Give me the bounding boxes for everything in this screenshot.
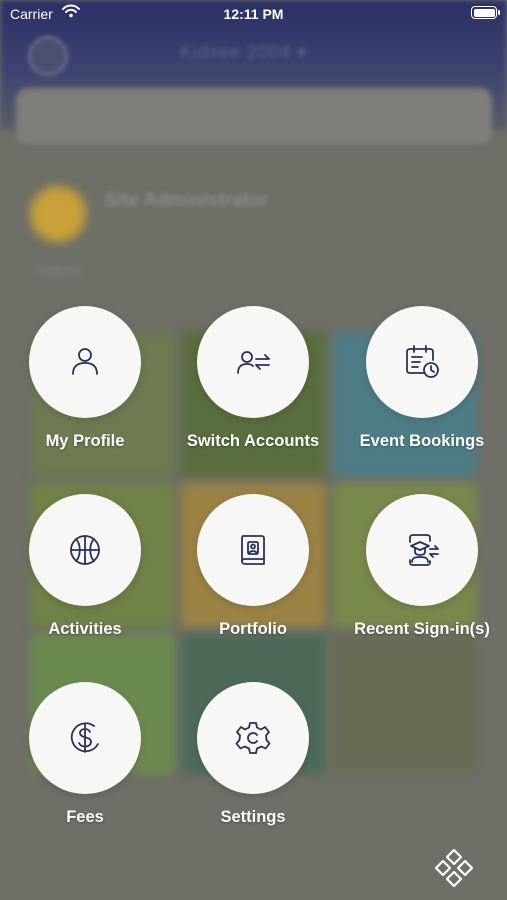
menu-item-recent-sign-ins[interactable]: Recent Sign-in(s) [338, 494, 506, 639]
menu-item-circle[interactable] [197, 494, 309, 606]
menu-item-portfolio[interactable]: Portfolio [169, 494, 337, 639]
menu-item-circle[interactable] [29, 682, 141, 794]
dollar-icon [70, 722, 99, 753]
battery-icon [471, 6, 500, 19]
menu-item-label: Event Bookings [359, 432, 485, 450]
diamond-grid-icon [434, 848, 474, 888]
menu-item-label: Switch Accounts [186, 432, 320, 450]
menu-item-label: Fees [66, 808, 104, 826]
menu-item-circle[interactable] [366, 306, 478, 418]
menu-item-circle[interactable] [29, 306, 141, 418]
menu-item-label: Portfolio [219, 620, 287, 638]
student-switch-icon [409, 534, 439, 566]
clock: 12:11 PM [223, 6, 284, 22]
menu-item-circle[interactable] [197, 306, 309, 418]
menu-item-label: Recent Sign-in(s) [354, 620, 490, 638]
menu-item-activities[interactable]: Activities [1, 494, 169, 639]
basketball-icon [70, 535, 100, 565]
menu-item-my-profile[interactable]: My Profile [1, 306, 169, 451]
menu-item-label: My Profile [45, 432, 125, 450]
menu-item-label: Settings [220, 808, 286, 826]
menu-item-circle[interactable] [197, 682, 309, 794]
portfolio-book-icon [241, 535, 265, 565]
status-bar: Carrier 12:11 PM [0, 0, 507, 28]
quick-menu: My Profile Switch Accounts Event Booking… [0, 0, 507, 900]
menu-item-circle[interactable] [29, 494, 141, 606]
menu-item-circle[interactable] [366, 494, 478, 606]
menu-item-switch-accounts[interactable]: Switch Accounts [169, 306, 337, 451]
menu-item-label: Activities [48, 620, 122, 638]
menu-item-settings[interactable]: Settings [169, 682, 337, 827]
menu-item-fees[interactable]: Fees [1, 682, 169, 827]
switch-accounts-icon [237, 351, 270, 374]
menu-toggle-button[interactable] [430, 846, 478, 894]
menu-item-event-bookings[interactable]: Event Bookings [338, 306, 506, 451]
user-icon [72, 348, 98, 375]
calendar-clock-icon [406, 345, 439, 378]
gear-icon [235, 722, 271, 754]
